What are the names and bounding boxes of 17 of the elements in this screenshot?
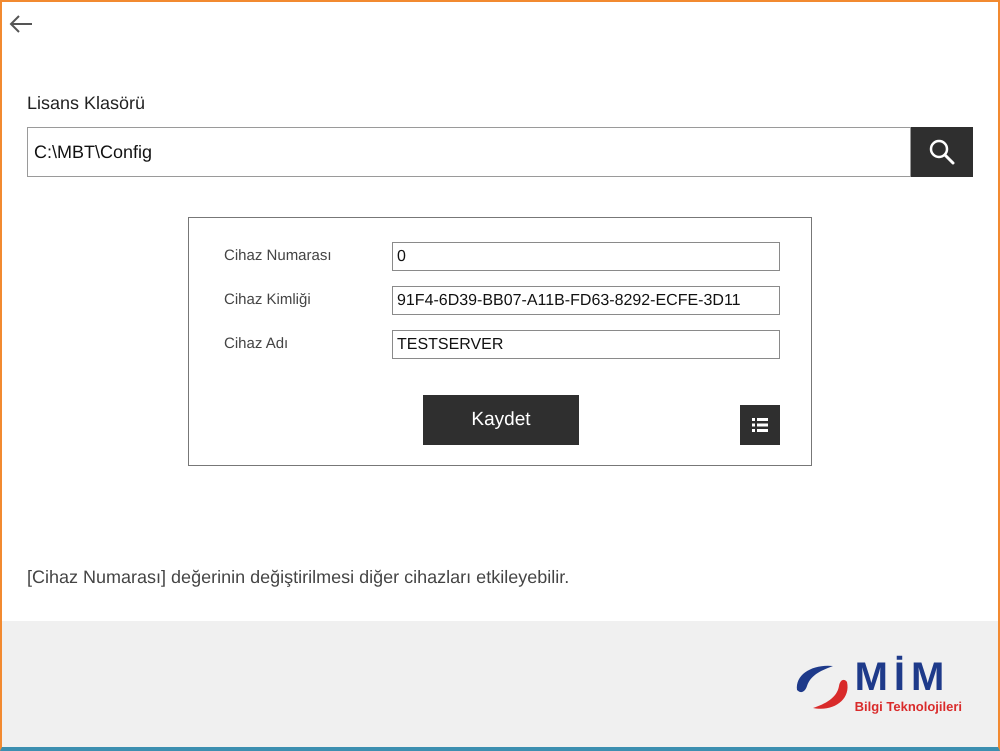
field-label: Cihaz Kimliği bbox=[224, 290, 312, 310]
folder-label: Lisans Klasörü bbox=[27, 92, 146, 115]
input-field[interactable]: TESTSERVER bbox=[392, 330, 780, 359]
folder-path-field[interactable]: C:\MBT\Config bbox=[27, 127, 911, 177]
input-field[interactable]: 0 bbox=[392, 242, 780, 271]
field-label: Cihaz Numarası bbox=[224, 246, 333, 266]
field-label: Cihaz Adı bbox=[224, 334, 290, 354]
back-arrow-icon bbox=[9, 14, 33, 34]
logo-subtitle: Bilgi Teknolojileri bbox=[854, 698, 962, 716]
search-button[interactable] bbox=[911, 127, 973, 177]
input-field[interactable]: 91F4-6D39-BB07-A11B-FD63-8292-ECFE-3D11 bbox=[392, 286, 780, 315]
save-button[interactable]: Kaydet bbox=[423, 395, 579, 445]
search-icon bbox=[929, 139, 955, 165]
logo-name: MİM bbox=[854, 657, 950, 697]
list-button[interactable] bbox=[740, 405, 780, 445]
warning-note: [Cihaz Numarası] değerinin değiştirilmesi diğer cihazları etkileyebilir. bbox=[27, 566, 570, 589]
list-icon bbox=[752, 418, 768, 432]
